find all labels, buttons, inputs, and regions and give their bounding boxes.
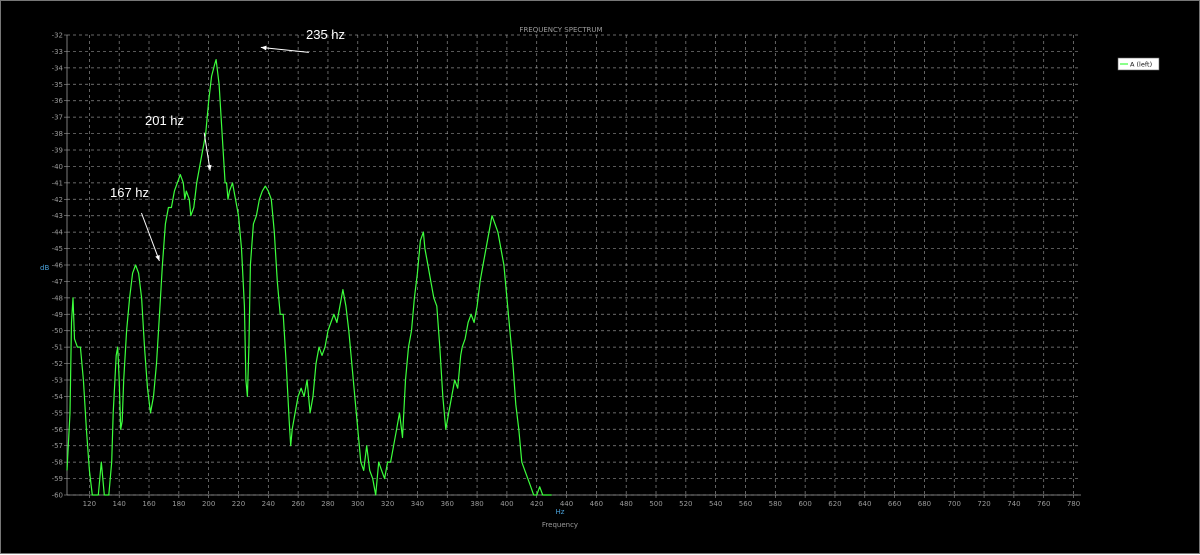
x-tick-label: 360 <box>441 500 454 508</box>
y-tick-label: -35 <box>52 81 63 89</box>
x-tick-label: 740 <box>1007 500 1020 508</box>
x-tick-label: 500 <box>649 500 662 508</box>
annotation-label: 167 hz <box>110 185 149 200</box>
y-tick-label: -48 <box>52 294 63 302</box>
x-tick-label: 280 <box>321 500 334 508</box>
chart-window: FREQUENCY SPECTRUM -32 -33 -34 -35 -36 -37 -38… <box>0 0 1200 554</box>
x-tick-label: 560 <box>739 500 752 508</box>
y-tick-label: -32 <box>52 32 63 40</box>
x-tick-label: 580 <box>769 500 782 508</box>
x-tick-label: 240 <box>262 500 275 508</box>
x-tick-label: 220 <box>232 500 245 508</box>
x-tick-label: 520 <box>679 500 692 508</box>
x-axis-ticks: 120 140 160 180 200 220 240 260 280 300 320 340 360 3… <box>83 495 1080 508</box>
x-tick-label: 320 <box>381 500 394 508</box>
series-line <box>66 59 552 496</box>
y-tick-label: -58 <box>52 459 63 467</box>
x-tick-label: 460 <box>590 500 603 508</box>
legend[interactable]: A (left) <box>1117 57 1160 71</box>
x-tick-label: 640 <box>858 500 871 508</box>
x-tick-label: 600 <box>798 500 811 508</box>
annotation-arrowhead <box>206 164 212 171</box>
x-tick-label: 480 <box>620 500 633 508</box>
annotation-arrowhead <box>155 255 160 261</box>
x-tick-label: 760 <box>1037 500 1050 508</box>
annotation-label: 235 hz <box>306 27 345 42</box>
frequency-spectrum-chart: FREQUENCY SPECTRUM -32 -33 -34 -35 -36 -37 -38… <box>40 26 1160 529</box>
y-tick-label: -40 <box>52 163 63 171</box>
annotation-label: 201 hz <box>145 113 184 128</box>
y-tick-label: -53 <box>52 377 63 385</box>
x-tick-label: 300 <box>351 500 364 508</box>
y-tick-label: -57 <box>52 442 63 450</box>
y-tick-label: -56 <box>52 426 64 434</box>
y-tick-label: -45 <box>52 245 63 253</box>
y-tick-label: -59 <box>52 475 63 483</box>
grid <box>67 34 1081 496</box>
y-tick-label: -46 <box>52 262 64 270</box>
y-tick-label: -44 <box>52 229 64 237</box>
y-tick-label: -47 <box>52 278 63 286</box>
y-tick-label: -60 <box>52 492 63 500</box>
y-tick-label: -41 <box>52 179 63 187</box>
y-tick-label: -54 <box>52 393 64 401</box>
x-tick-label: 260 <box>291 500 304 508</box>
x-tick-label: 180 <box>172 500 185 508</box>
x-tick-label: 780 <box>1067 500 1080 508</box>
x-axis-unit: Hz <box>556 508 565 516</box>
x-tick-label: 400 <box>500 500 513 508</box>
y-axis-title: dB <box>40 264 49 272</box>
chart-title: FREQUENCY SPECTRUM <box>519 26 602 34</box>
y-tick-label: -34 <box>52 64 64 72</box>
x-tick-label: 660 <box>888 500 901 508</box>
x-tick-label: 540 <box>709 500 722 508</box>
x-tick-label: 680 <box>918 500 931 508</box>
y-tick-label: -49 <box>52 311 63 319</box>
y-tick-label: -38 <box>52 130 63 138</box>
y-tick-label: -52 <box>52 360 63 368</box>
y-tick-label: -42 <box>52 196 63 204</box>
y-tick-label: -50 <box>52 327 63 335</box>
y-tick-label: -55 <box>52 409 63 417</box>
x-tick-label: 620 <box>828 500 841 508</box>
x-tick-label: 440 <box>560 500 573 508</box>
x-tick-label: 120 <box>83 500 96 508</box>
y-axis-ticks: -32 -33 -34 -35 -36 -37 -38 -39 -40 -41 -42 -43 -44 -… <box>52 32 67 500</box>
y-tick-label: -51 <box>52 344 63 352</box>
y-tick-label: -43 <box>52 212 63 220</box>
x-tick-label: 420 <box>530 500 543 508</box>
series-layer <box>66 59 552 496</box>
x-tick-label: 200 <box>202 500 215 508</box>
legend-label: A (left) <box>1130 61 1152 69</box>
x-tick-label: 720 <box>977 500 990 508</box>
x-tick-label: 160 <box>142 500 155 508</box>
x-axis-title: Frequency <box>542 521 578 529</box>
x-tick-label: 380 <box>470 500 483 508</box>
y-tick-label: -39 <box>52 147 63 155</box>
x-tick-label: 340 <box>411 500 424 508</box>
y-tick-label: -36 <box>52 97 64 105</box>
annotation-arrow <box>140 212 160 262</box>
x-tick-label: 140 <box>113 500 126 508</box>
y-tick-label: -33 <box>52 48 63 56</box>
annotation-arrow <box>203 132 211 171</box>
x-tick-label: 700 <box>948 500 961 508</box>
y-tick-label: -37 <box>52 114 63 122</box>
annotations: 167 hz 201 hz 235 hz <box>110 27 345 262</box>
